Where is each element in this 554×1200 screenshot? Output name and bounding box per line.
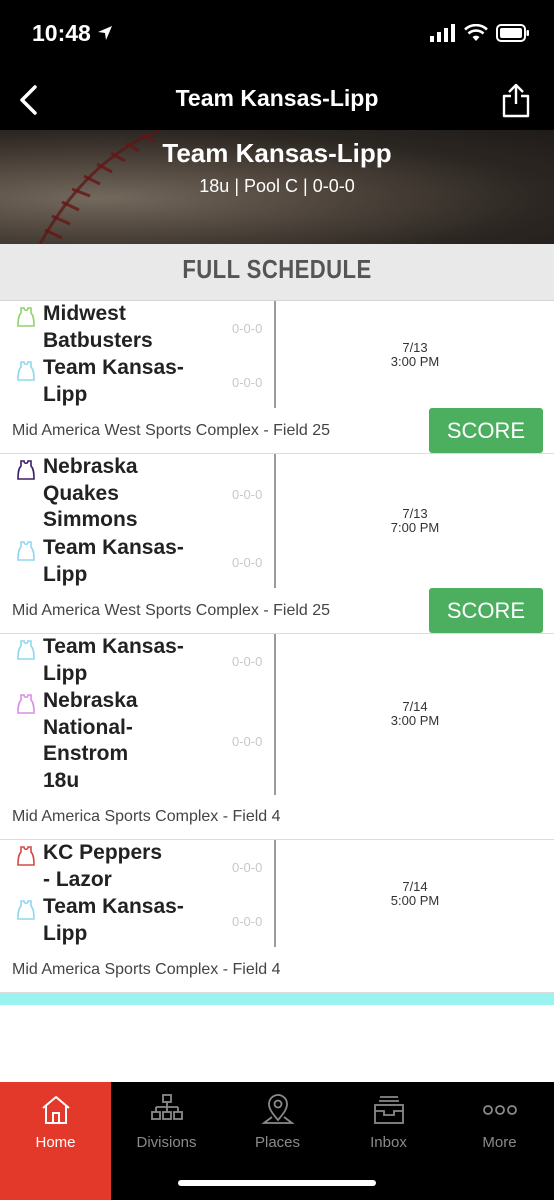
tab-label: Home [35, 1134, 76, 1151]
team-row[interactable]: Team Kansas-Lipp 0-0-0 [0, 535, 270, 589]
status-icons [430, 23, 530, 47]
team-name: Team Kansas-Lipp [43, 356, 184, 406]
team-name: Team Kansas-Lipp [43, 895, 184, 945]
team-record: 0-0-0 [232, 487, 263, 502]
bracket-icon [111, 1092, 222, 1128]
game-date: 7/13 [402, 506, 428, 521]
game-time: 3:00 PM [390, 713, 440, 728]
signal-icon [430, 24, 456, 47]
score-button[interactable]: SCORE [429, 588, 543, 633]
share-button[interactable] [496, 78, 536, 122]
jersey-icon [17, 640, 35, 660]
home-indicator[interactable] [178, 1180, 376, 1186]
share-icon [502, 83, 530, 118]
team-row[interactable]: Team Kansas-Lipp 0-0-0 [0, 355, 270, 409]
section-title: FULL SCHEDULE [182, 254, 372, 284]
game-card[interactable]: Team Kansas-Lipp 0-0-0 Nebraska National… [0, 634, 554, 840]
jersey-icon [17, 361, 35, 381]
game-datetime: 7/13 7:00 PM [276, 507, 554, 535]
game-date: 7/14 [402, 699, 428, 714]
status-bar: 10:48 [0, 0, 554, 70]
team-name: Team Kansas-Lipp [43, 635, 184, 685]
location-arrow-icon [96, 24, 114, 47]
team-record: 0-0-0 [232, 555, 263, 570]
inbox-icon [333, 1092, 444, 1128]
wifi-icon [464, 23, 488, 47]
team-record: 0-0-0 [232, 375, 263, 390]
team-name: Nebraska Quakes Simmons [43, 455, 138, 532]
venue-link[interactable]: Mid America West Sports Complex - Field … [12, 422, 330, 440]
tab-home[interactable]: Home [0, 1082, 111, 1200]
tab-label: Places [254, 1134, 301, 1151]
team-hero-banner: Team Kansas-Lipp 18u | Pool C | 0-0-0 [0, 130, 554, 244]
highlight-strip [0, 993, 554, 1005]
team-row[interactable]: Midwest Batbusters 0-0-0 [0, 301, 270, 355]
game-time: 7:00 PM [390, 520, 440, 535]
team-row[interactable]: Nebraska Quakes Simmons 0-0-0 [0, 454, 270, 534]
team-record: 0-0-0 [232, 734, 263, 749]
game-card[interactable]: KC Peppers - Lazor 0-0-0 Team Kansas-Lip… [0, 840, 554, 993]
section-header: FULL SCHEDULE [0, 244, 554, 301]
battery-icon [496, 24, 530, 47]
game-date: 7/14 [402, 879, 428, 894]
team-row[interactable]: KC Peppers - Lazor 0-0-0 [0, 840, 270, 894]
team-row[interactable]: Team Kansas-Lipp 0-0-0 [0, 894, 270, 948]
status-time: 10:48 [32, 20, 91, 46]
team-name: Team Kansas-Lipp [43, 536, 184, 586]
game-datetime: 7/13 3:00 PM [276, 341, 554, 369]
more-icon [444, 1092, 554, 1128]
team-subtitle: 18u | Pool C | 0-0-0 [199, 176, 355, 196]
team-row[interactable]: Nebraska National-Enstrom 18u 0-0-0 [0, 688, 270, 795]
jersey-icon [17, 307, 35, 327]
team-record: 0-0-0 [232, 654, 263, 669]
team-record: 0-0-0 [232, 860, 263, 875]
jersey-icon [17, 460, 35, 480]
tab-more[interactable]: More [444, 1082, 554, 1200]
team-name-heading: Team Kansas-Lipp [162, 138, 392, 168]
jersey-icon [17, 694, 35, 714]
tab-label: Inbox [370, 1134, 407, 1151]
game-date: 7/13 [402, 340, 428, 355]
team-name: Midwest Batbusters [43, 302, 153, 352]
score-button[interactable]: SCORE [429, 408, 543, 453]
game-time: 5:00 PM [390, 893, 440, 908]
game-datetime: 7/14 5:00 PM [276, 880, 554, 908]
venue-link[interactable]: Mid America West Sports Complex - Field … [12, 602, 330, 620]
jersey-icon [17, 900, 35, 920]
nav-title: Team Kansas-Lipp [175, 85, 379, 111]
team-row[interactable]: Team Kansas-Lipp 0-0-0 [0, 634, 270, 688]
home-icon [0, 1092, 111, 1128]
team-name: KC Peppers - Lazor [43, 841, 163, 891]
venue-link[interactable]: Mid America Sports Complex - Field 4 [12, 808, 281, 826]
team-name: Nebraska National-Enstrom 18u [43, 689, 138, 792]
team-record: 0-0-0 [232, 321, 263, 336]
game-time: 3:00 PM [390, 354, 440, 369]
nav-bar: Team Kansas-Lipp [0, 70, 554, 130]
map-pin-icon [222, 1092, 333, 1128]
team-record: 0-0-0 [232, 914, 263, 929]
venue-link[interactable]: Mid America Sports Complex - Field 4 [12, 961, 281, 979]
game-card[interactable]: Midwest Batbusters 0-0-0 Team Kansas-Lip… [0, 301, 554, 454]
jersey-icon [17, 846, 35, 866]
tab-label: More [482, 1134, 517, 1151]
jersey-icon [17, 541, 35, 561]
tab-label: Divisions [136, 1134, 197, 1151]
game-card[interactable]: Nebraska Quakes Simmons 0-0-0 Team Kansa… [0, 454, 554, 634]
game-datetime: 7/14 3:00 PM [276, 700, 554, 728]
